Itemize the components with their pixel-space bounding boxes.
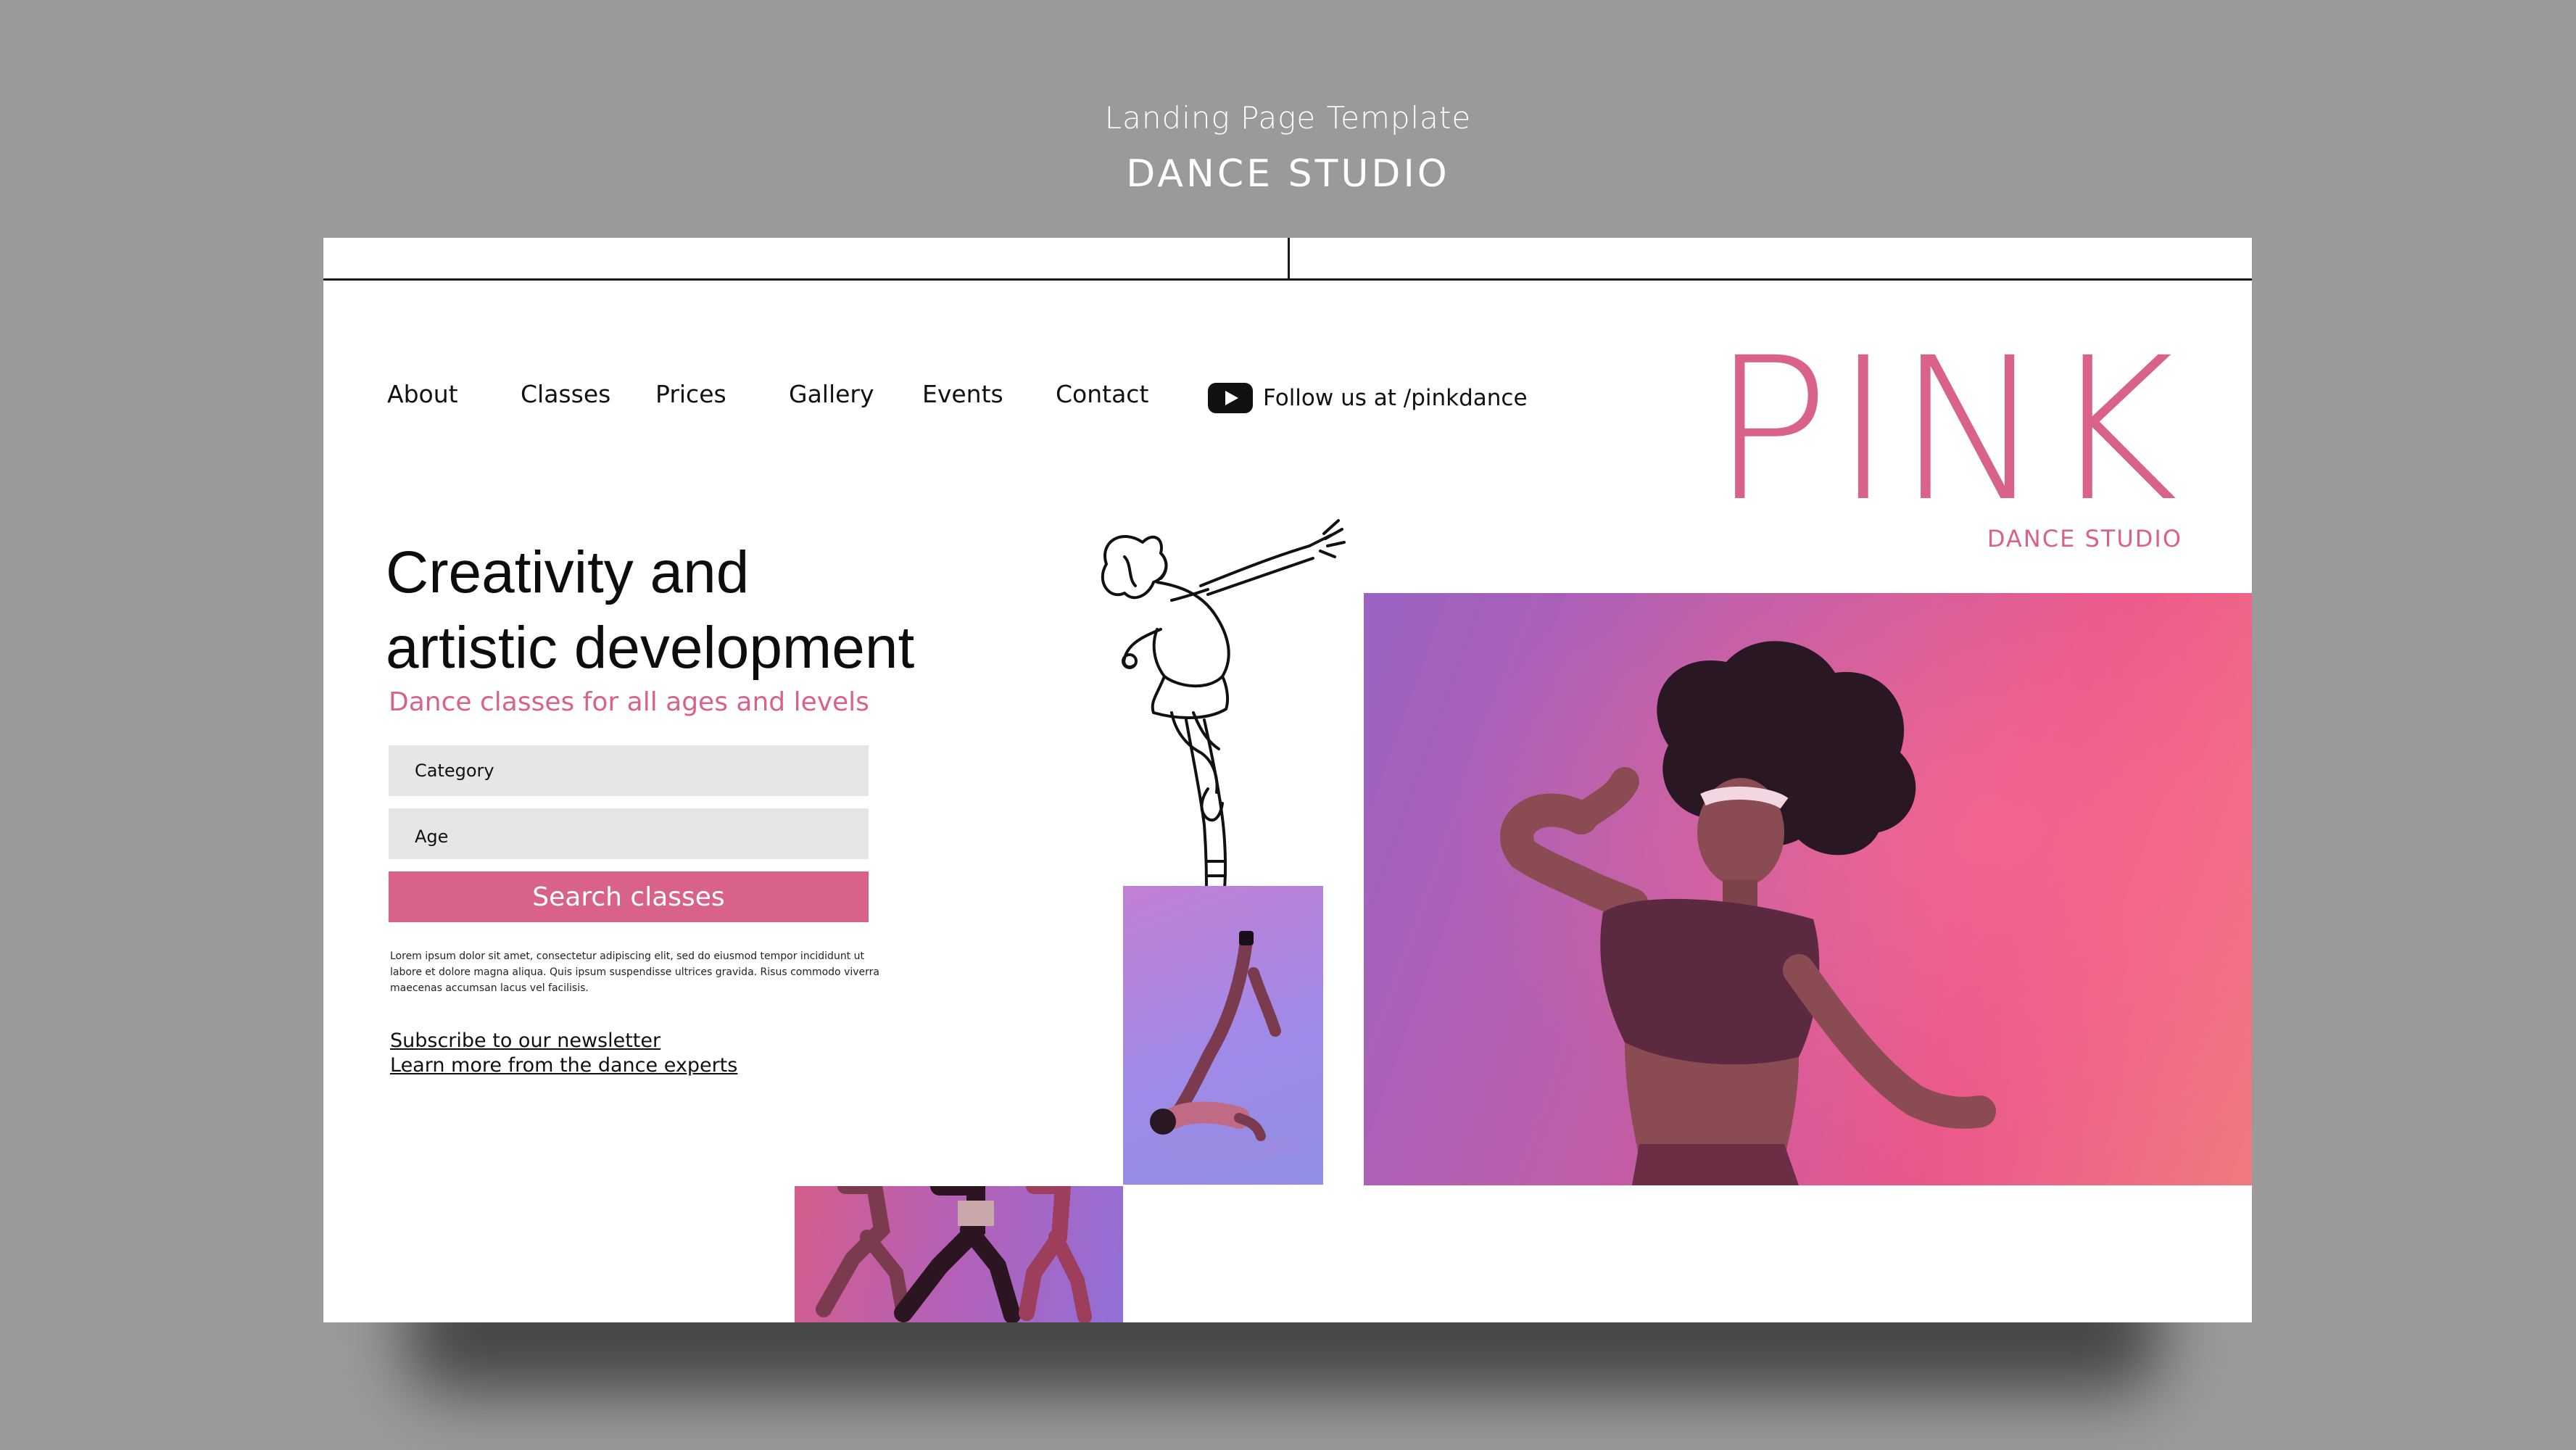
logo-word: PINK [1710,316,2182,545]
nav-item-prices[interactable]: Prices [655,380,726,408]
newsletter-link[interactable]: Subscribe to our newsletter [390,1030,660,1052]
hero-photo-dancer [1364,593,2252,1185]
nav-item-gallery[interactable]: Gallery [789,380,874,408]
gallery-photo-group-dancers [795,1186,1123,1322]
presentation-title: Landing Page Template [1104,100,1472,136]
nav-item-classes[interactable]: Classes [521,380,610,408]
brand-logo[interactable]: PINK DANCE STUDIO [1711,332,2182,552]
group-dancers-figures [816,1186,1092,1322]
nav-item-contact[interactable]: Contact [1056,380,1148,408]
experts-link[interactable]: Learn more from the dance experts [390,1054,737,1077]
body-paragraph: Lorem ipsum dolor sit amet, consectetur … [390,950,879,994]
dancer-figure-illustration [1364,593,2252,1185]
browser-top-bar [323,238,2252,281]
category-field[interactable]: Category [389,745,869,796]
hero-tagline: Dance classes for all ages and levels [389,687,869,717]
youtube-icon [1208,383,1253,413]
age-field[interactable]: Age [389,808,869,859]
nav-item-about[interactable]: About [387,380,458,408]
nav-item-events[interactable]: Events [922,380,1003,408]
hero-headline: Creativity and artistic development [386,535,1038,686]
follow-us-link[interactable]: Follow us at /pinkdance [1208,383,1528,413]
follow-us-text: Follow us at /pinkdance [1263,385,1528,411]
floor-dancer-figure [1143,931,1303,1160]
headline-line-1: Creativity and [386,539,750,605]
search-classes-button[interactable]: Search classes [389,871,869,922]
gallery-photo-floor-dancer [1123,886,1323,1185]
landing-page-mockup: About Classes Prices Gallery Events Cont… [323,238,2252,1322]
headline-line-2: artistic development [386,615,915,681]
browser-divider [1288,238,1290,278]
presentation-subtitle: DANCE STUDIO [1126,152,1450,196]
